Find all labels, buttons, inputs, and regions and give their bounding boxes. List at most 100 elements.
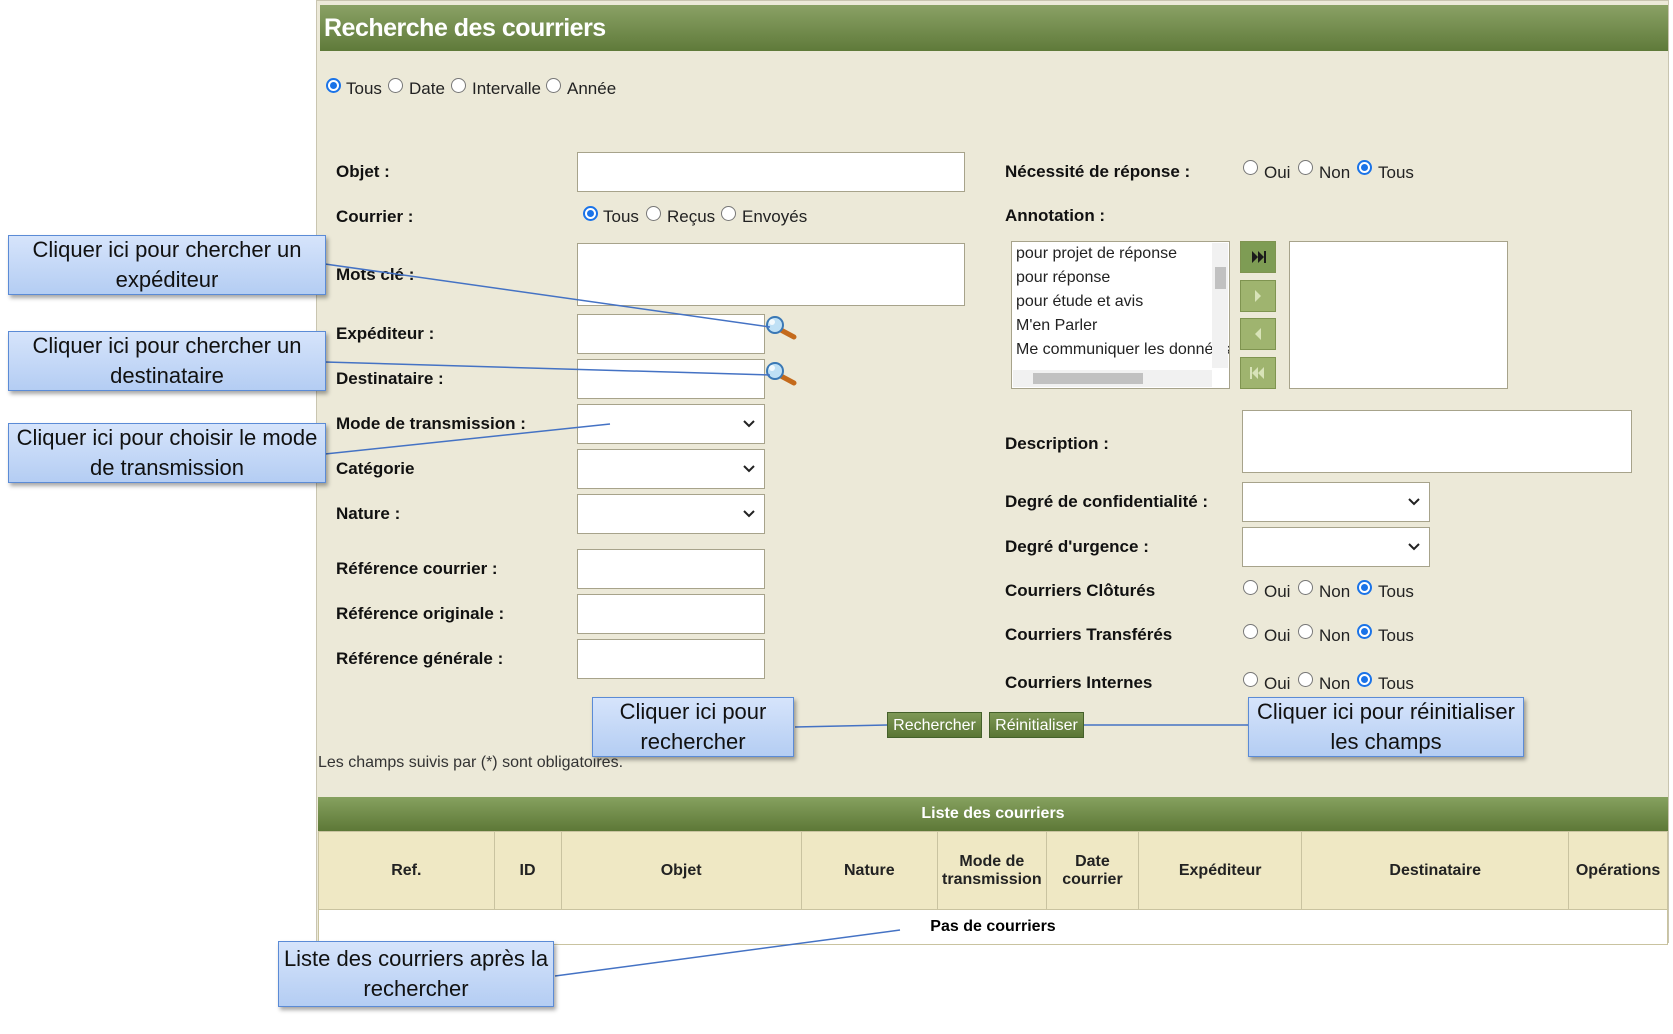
transferes-non-radio[interactable] <box>1298 624 1313 639</box>
column-header: Nature <box>800 831 938 910</box>
expediteur-label: Expéditeur : <box>336 324 435 343</box>
mode-transmission-label: Mode de transmission : <box>336 414 526 433</box>
clotures-non-label: Non <box>1319 582 1351 601</box>
necessite-tous-radio[interactable] <box>1357 160 1372 175</box>
callout-results-list: Liste des courriers après la rechercher <box>278 941 554 1007</box>
ref-generale-input[interactable] <box>577 639 765 679</box>
courrier-envoyes-radio[interactable] <box>721 206 736 221</box>
annotation-horizontal-scrollbar[interactable] <box>1013 370 1212 387</box>
ref-generale-label: Référence générale : <box>336 649 504 668</box>
courrier-label: Courrier : <box>336 207 414 226</box>
move-all-left-icon <box>1250 367 1264 379</box>
internes-oui-radio[interactable] <box>1243 672 1258 687</box>
necessite-oui-radio[interactable] <box>1243 160 1258 175</box>
period-date-label: Date <box>409 79 445 98</box>
callout-mode-transmission: Cliquer ici pour choisir le mode de tran… <box>8 423 326 483</box>
period-date-radio[interactable] <box>388 78 403 93</box>
callout-expediteur: Cliquer ici pour chercher un expéditeur <box>8 235 326 295</box>
internes-tous-radio[interactable] <box>1357 672 1372 687</box>
period-tous-radio[interactable] <box>326 78 341 93</box>
callout-destinataire: Cliquer ici pour chercher un destinatair… <box>8 331 326 391</box>
urgence-select[interactable] <box>1242 527 1430 567</box>
annotation-option[interactable]: Me communiquer les données <box>1016 341 1229 359</box>
period-tous-label: Tous <box>346 79 382 98</box>
annotation-option[interactable]: pour étude et avis <box>1016 293 1143 311</box>
column-header: Ref. <box>318 831 495 910</box>
move-left-button[interactable] <box>1240 318 1276 350</box>
mots-cle-label: Mots clé : <box>336 265 415 284</box>
ref-courrier-input[interactable] <box>577 549 765 589</box>
description-input[interactable] <box>1242 410 1632 473</box>
ref-originale-input[interactable] <box>577 594 765 634</box>
objet-label: Objet : <box>336 162 390 181</box>
destinataire-label: Destinataire : <box>336 369 444 388</box>
column-header: Mode de transmission <box>936 831 1047 910</box>
move-all-left-button[interactable] <box>1240 357 1276 389</box>
period-intervalle-label: Intervalle <box>472 79 541 98</box>
urgence-label: Degré d'urgence : <box>1005 537 1149 556</box>
clotures-non-radio[interactable] <box>1298 580 1313 595</box>
destinataire-search-icon[interactable] <box>764 361 798 387</box>
courrier-tous-radio[interactable] <box>583 206 598 221</box>
transferes-tous-radio[interactable] <box>1357 624 1372 639</box>
period-annee-radio[interactable] <box>546 78 561 93</box>
callout-search: Cliquer ici pour rechercher <box>592 697 794 757</box>
necessite-reponse-label: Nécessité de réponse : <box>1005 162 1191 181</box>
objet-input[interactable] <box>577 152 965 192</box>
annotation-selected-listbox[interactable] <box>1289 241 1508 389</box>
empty-results-message: Pas de courriers <box>318 909 1668 945</box>
transferes-label: Courriers Transférés <box>1005 625 1173 644</box>
necessite-non-label: Non <box>1319 163 1351 182</box>
chevron-down-icon <box>743 465 755 473</box>
destinataire-input[interactable] <box>577 359 765 399</box>
expediteur-search-icon[interactable] <box>764 315 798 341</box>
confidentialite-select[interactable] <box>1242 482 1430 522</box>
table-row: Pas de courriers <box>318 909 1668 945</box>
nature-label: Nature : <box>336 504 401 523</box>
chevron-down-icon <box>743 420 755 428</box>
period-intervalle-radio[interactable] <box>451 78 466 93</box>
results-table: Ref. ID Objet Nature Mode de transmissio… <box>318 831 1668 945</box>
annotation-label: Annotation : <box>1005 206 1106 225</box>
column-header: Date courrier <box>1045 831 1140 910</box>
annotation-option[interactable]: M'en Parler <box>1016 317 1097 335</box>
description-label: Description : <box>1005 434 1109 453</box>
nature-select[interactable] <box>577 494 765 534</box>
transferes-tous-label: Tous <box>1378 626 1414 645</box>
required-fields-note: Les champs suivis par (*) sont obligatoi… <box>318 754 624 771</box>
mots-cle-input[interactable] <box>577 243 965 306</box>
annotation-option[interactable]: pour projet de réponse <box>1016 245 1177 263</box>
expediteur-input[interactable] <box>577 314 765 354</box>
clotures-oui-radio[interactable] <box>1243 580 1258 595</box>
clotures-oui-label: Oui <box>1264 582 1291 601</box>
ref-originale-label: Référence originale : <box>336 604 505 623</box>
column-header: Objet <box>560 831 802 910</box>
reset-button[interactable]: Réinitialiser <box>989 712 1084 738</box>
courrier-recus-radio[interactable] <box>646 206 661 221</box>
clotures-tous-radio[interactable] <box>1357 580 1372 595</box>
search-button[interactable]: Rechercher <box>887 712 982 738</box>
page-title: Recherche des courriers <box>320 5 1668 51</box>
transferes-oui-label: Oui <box>1264 626 1291 645</box>
mode-transmission-select[interactable] <box>577 404 765 444</box>
internes-oui-label: Oui <box>1264 674 1291 693</box>
results-header-row: Ref. ID Objet Nature Mode de transmissio… <box>318 831 1668 910</box>
annotation-vertical-scrollbar[interactable] <box>1212 243 1228 368</box>
annotation-listbox[interactable]: pour projet de réponse pour réponse pour… <box>1011 241 1230 389</box>
annotation-option[interactable]: pour réponse <box>1016 269 1110 287</box>
ref-courrier-label: Référence courrier : <box>336 559 498 578</box>
necessite-non-radio[interactable] <box>1298 160 1313 175</box>
move-right-icon <box>1255 290 1261 302</box>
period-annee-label: Année <box>567 79 617 98</box>
chevron-down-icon <box>743 510 755 518</box>
transferes-oui-radio[interactable] <box>1243 624 1258 639</box>
categorie-label: Catégorie <box>336 459 415 478</box>
clotures-tous-label: Tous <box>1378 582 1414 601</box>
move-right-button[interactable] <box>1240 280 1276 312</box>
move-all-right-button[interactable] <box>1240 241 1276 273</box>
internes-non-radio[interactable] <box>1298 672 1313 687</box>
categorie-select[interactable] <box>577 449 765 489</box>
callout-reset: Cliquer ici pour réinitialiser les champ… <box>1248 697 1524 757</box>
column-header: Destinataire <box>1301 831 1570 910</box>
necessite-tous-label: Tous <box>1378 163 1414 182</box>
